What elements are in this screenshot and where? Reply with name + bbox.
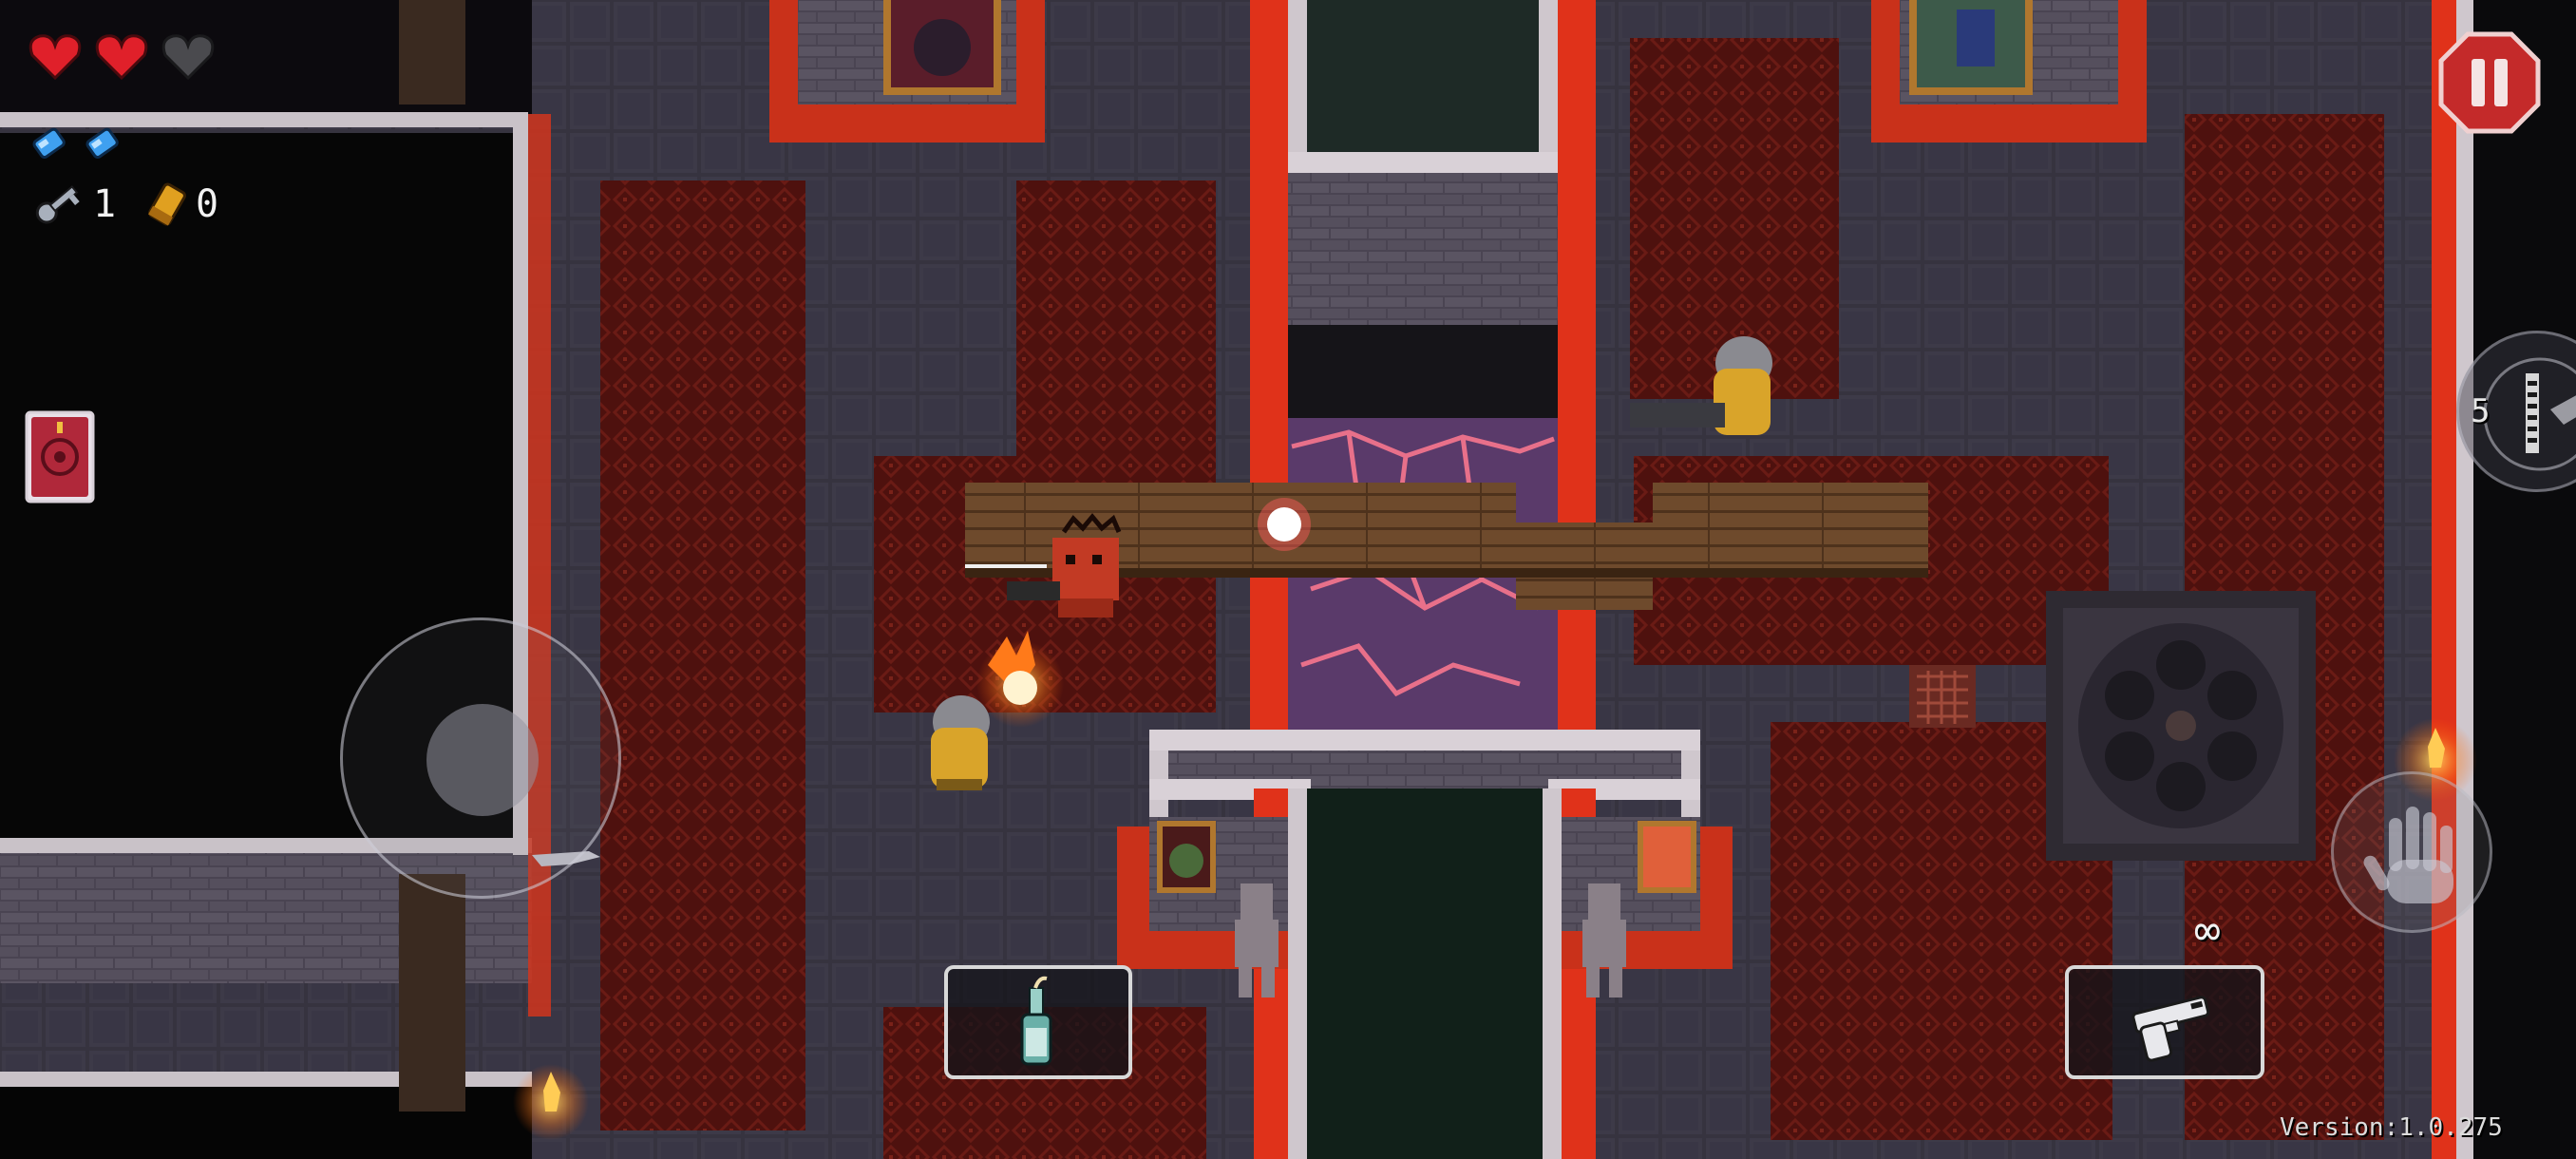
rusty-sidearm-icon — [2131, 996, 2210, 1062]
keys-counter: 1 — [28, 179, 123, 230]
hand-icon — [2363, 807, 2453, 903]
active-item-button[interactable] — [25, 410, 95, 504]
gun-slot[interactable] — [2065, 965, 2264, 1079]
heart-full-icon — [28, 34, 82, 81]
pause-button[interactable] — [2437, 30, 2542, 135]
molotov-bottle-icon — [1020, 976, 1052, 1066]
gun-swap-button[interactable]: 5 — [2456, 331, 2576, 492]
shell-currency-icon — [148, 182, 186, 226]
heart-icons — [28, 34, 215, 81]
blank-icon — [32, 127, 66, 160]
shell-count: 0 — [196, 182, 219, 226]
item-slot[interactable] — [944, 965, 1132, 1079]
game-screen: 1 0 5 ∞ Version:1.0.275 — [0, 0, 2576, 1159]
heart-empty-icon — [161, 34, 215, 81]
gun-swap-ammo-label: 5 — [2471, 392, 2491, 430]
health-hearts — [27, 28, 226, 86]
blanks-indicator — [27, 118, 141, 171]
interact-button[interactable] — [2331, 771, 2492, 933]
shell-currency-counter: 0 — [139, 179, 234, 230]
blank-spellbook-icon — [25, 410, 95, 504]
joystick-knob[interactable] — [426, 704, 539, 816]
gun-ammo-label: ∞ — [2194, 904, 2221, 956]
heart-full-icon — [95, 34, 148, 81]
bullet-kin-enemy — [931, 695, 990, 790]
key-icon — [35, 185, 80, 224]
blank-icon — [85, 127, 119, 160]
key-count: 1 — [93, 182, 117, 226]
version-label: Version:1.0.275 — [2280, 1113, 2503, 1142]
movement-joystick[interactable] — [340, 618, 621, 899]
pause-icon — [2438, 31, 2541, 134]
